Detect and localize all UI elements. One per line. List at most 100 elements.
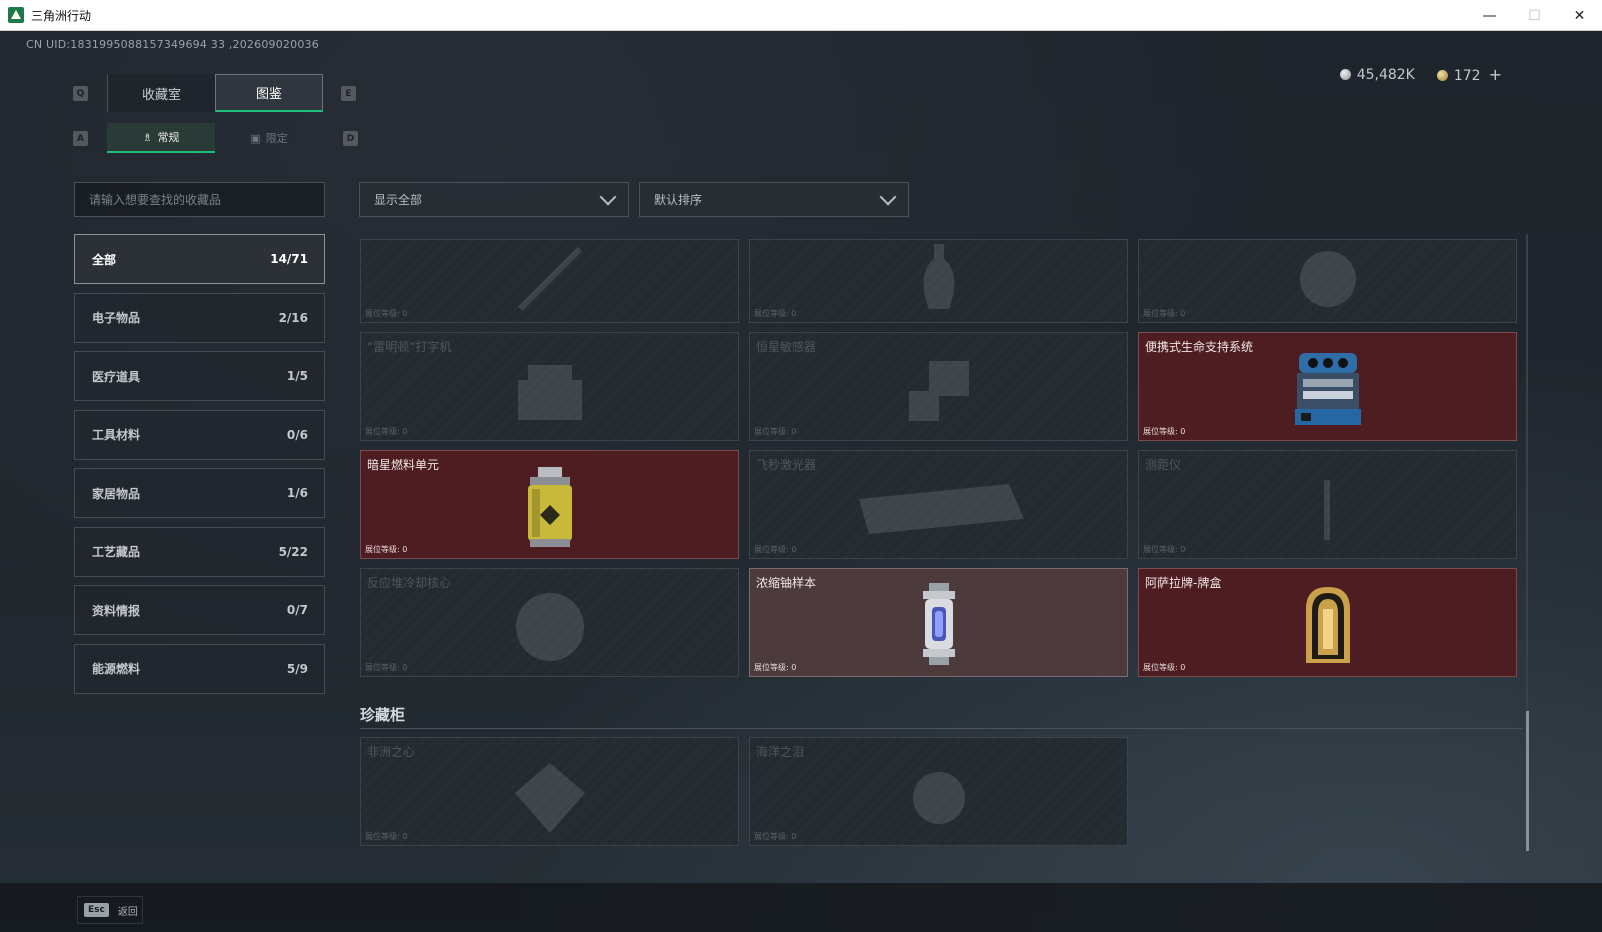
main-tabs: 收藏室 图鉴 bbox=[107, 74, 323, 112]
item-card[interactable]: 恒星敏感器 展位等级: 0 bbox=[749, 332, 1128, 441]
silver-amount: 45,482K bbox=[1356, 66, 1415, 83]
category-electronics[interactable]: 电子物品 2/16 bbox=[74, 292, 325, 343]
key-a-hint: A bbox=[73, 131, 88, 146]
item-card[interactable]: “雷明顿”打字机 展位等级: 0 bbox=[360, 332, 739, 441]
rangefinder-icon bbox=[1323, 480, 1330, 540]
flask-icon: ♗ bbox=[142, 130, 153, 144]
item-level: 展位等级: 0 bbox=[754, 832, 797, 841]
gun-barrel-icon bbox=[517, 246, 582, 312]
subtab-regular-label: 常规 bbox=[157, 131, 180, 144]
category-label: 电子物品 bbox=[92, 311, 141, 325]
category-label: 医疗道具 bbox=[92, 369, 141, 384]
category-count: 0/6 bbox=[286, 427, 308, 442]
item-name: 恒星敏感器 bbox=[756, 340, 817, 354]
item-level: 展位等级: 0 bbox=[365, 832, 408, 841]
scrollbar-thumb[interactable] bbox=[1526, 711, 1529, 851]
item-level: 展位等级: 0 bbox=[754, 309, 797, 318]
item-level: 展位等级: 0 bbox=[1143, 309, 1186, 318]
gold-amount: 172 bbox=[1453, 68, 1481, 84]
category-label: 工艺藏品 bbox=[92, 545, 141, 559]
item-level: 展位等级: 0 bbox=[365, 309, 408, 318]
category-count: 5/9 bbox=[286, 661, 308, 676]
key-d-hint: D bbox=[343, 131, 358, 146]
item-level: 展位等级: 0 bbox=[365, 427, 408, 436]
treasure-card[interactable]: 海洋之泪 展位等级: 0 bbox=[749, 737, 1128, 846]
category-intel[interactable]: 资料情报 0/7 bbox=[74, 585, 325, 635]
category-count: 14/71 bbox=[270, 252, 308, 266]
category-crafts[interactable]: 工艺藏品 5/22 bbox=[74, 526, 325, 577]
esc-key-badge: Esc bbox=[84, 903, 109, 917]
item-card[interactable]: 飞秒激光器 展位等级: 0 bbox=[749, 450, 1128, 559]
item-card-owned[interactable]: 暗星燃料单元 展位等级: 0 bbox=[360, 450, 739, 559]
reactor-core-icon bbox=[515, 593, 584, 661]
item-name: 反应堆冷却核心 bbox=[367, 576, 452, 590]
item-name: 阿萨拉牌-牌盒 bbox=[1145, 576, 1222, 590]
treasure-card[interactable]: 非洲之心 展位等级: 0 bbox=[360, 737, 739, 846]
item-card[interactable]: 展位等级: 0 bbox=[360, 239, 739, 323]
item-name: “雷明顿”打字机 bbox=[367, 340, 452, 354]
category-tools[interactable]: 工具材料 0/6 bbox=[74, 409, 325, 460]
subtab-limited-label: 限定 bbox=[265, 132, 288, 145]
back-label: 返回 bbox=[117, 906, 138, 918]
close-button[interactable]: ✕ bbox=[1557, 0, 1602, 31]
window-title: 三角洲行动 bbox=[31, 8, 92, 23]
item-card[interactable]: 展位等级: 0 bbox=[749, 239, 1128, 323]
item-level: 展位等级: 0 bbox=[754, 427, 797, 436]
category-household[interactable]: 家居物品 1/6 bbox=[74, 468, 325, 518]
item-name: 非洲之心 bbox=[367, 745, 416, 759]
chevron-down-icon bbox=[879, 188, 897, 205]
image-icon: ▣ bbox=[250, 131, 261, 145]
category-label: 资料情报 bbox=[92, 603, 141, 618]
subtab-regular[interactable]: ♗ 常规 bbox=[107, 123, 215, 153]
item-card[interactable]: 反应堆冷却核心 展位等级: 0 bbox=[360, 568, 739, 677]
card-box-icon bbox=[1305, 587, 1350, 663]
sensor-icon bbox=[908, 361, 969, 421]
category-medical[interactable]: 医疗道具 1/5 bbox=[74, 351, 325, 401]
category-count: 2/16 bbox=[278, 310, 308, 325]
tab-catalog[interactable]: 图鉴 bbox=[215, 74, 323, 112]
item-card-owned[interactable]: 便携式生命支持系统 展位等级: 0 bbox=[1138, 332, 1517, 441]
collection-search-input[interactable] bbox=[74, 182, 325, 217]
sub-tabs: ♗ 常规 ▣ 限定 bbox=[107, 123, 323, 153]
category-label: 家居物品 bbox=[92, 486, 141, 501]
item-name: 测距仪 bbox=[1145, 458, 1182, 472]
tab-collection-room[interactable]: 收藏室 bbox=[107, 74, 215, 112]
skull-icon bbox=[1299, 251, 1356, 307]
item-level: 展位等级: 0 bbox=[754, 663, 797, 672]
category-count: 5/22 bbox=[278, 544, 308, 559]
category-label: 工具材料 bbox=[92, 428, 141, 442]
item-card[interactable]: 测距仪 展位等级: 0 bbox=[1138, 450, 1517, 559]
key-e-hint: E bbox=[341, 86, 356, 101]
category-energy[interactable]: 能源燃料 5/9 bbox=[74, 643, 325, 694]
uranium-canister-icon bbox=[922, 583, 955, 665]
chevron-down-icon bbox=[599, 188, 617, 205]
category-label: 全部 bbox=[92, 252, 117, 267]
category-count: 1/6 bbox=[286, 486, 308, 500]
window-controls: — ☐ ✕ bbox=[1467, 0, 1602, 31]
uid-label: CN UID:1831995088157349694 33 ,202609020… bbox=[26, 38, 319, 51]
laser-icon bbox=[858, 484, 1024, 534]
sort-dropdown[interactable]: 默认排序 bbox=[639, 182, 909, 217]
item-name: 海洋之泪 bbox=[756, 745, 805, 759]
item-name: 飞秒激光器 bbox=[756, 458, 817, 472]
minimize-button[interactable]: — bbox=[1467, 0, 1512, 31]
item-level: 展位等级: 0 bbox=[1143, 663, 1186, 672]
filter-dropdown[interactable]: 显示全部 bbox=[359, 182, 629, 217]
item-card-owned[interactable]: 浓缩铀样本 展位等级: 0 bbox=[749, 568, 1128, 677]
subtab-limited[interactable]: ▣ 限定 bbox=[215, 123, 323, 153]
silver-coin-icon bbox=[1339, 68, 1351, 80]
item-card[interactable]: 展位等级: 0 bbox=[1138, 239, 1517, 323]
item-card-owned[interactable]: 阿萨拉牌-牌盒 展位等级: 0 bbox=[1138, 568, 1517, 677]
maximize-button[interactable]: ☐ bbox=[1512, 0, 1557, 31]
sort-dropdown-value: 默认排序 bbox=[654, 193, 703, 207]
item-name: 浓缩铀样本 bbox=[756, 576, 817, 590]
add-currency-button[interactable]: + bbox=[1489, 65, 1502, 84]
item-level: 展位等级: 0 bbox=[365, 663, 408, 672]
category-count: 1/5 bbox=[286, 369, 308, 383]
gold-coin-icon bbox=[1436, 70, 1448, 81]
item-level: 展位等级: 0 bbox=[754, 545, 797, 554]
item-level: 展位等级: 0 bbox=[1143, 545, 1186, 554]
game-viewport: CN UID:1831995088157349694 33 ,202609020… bbox=[0, 31, 1602, 932]
category-all[interactable]: 全部 14/71 bbox=[74, 234, 325, 284]
back-button[interactable]: Esc 返回 bbox=[77, 896, 143, 924]
